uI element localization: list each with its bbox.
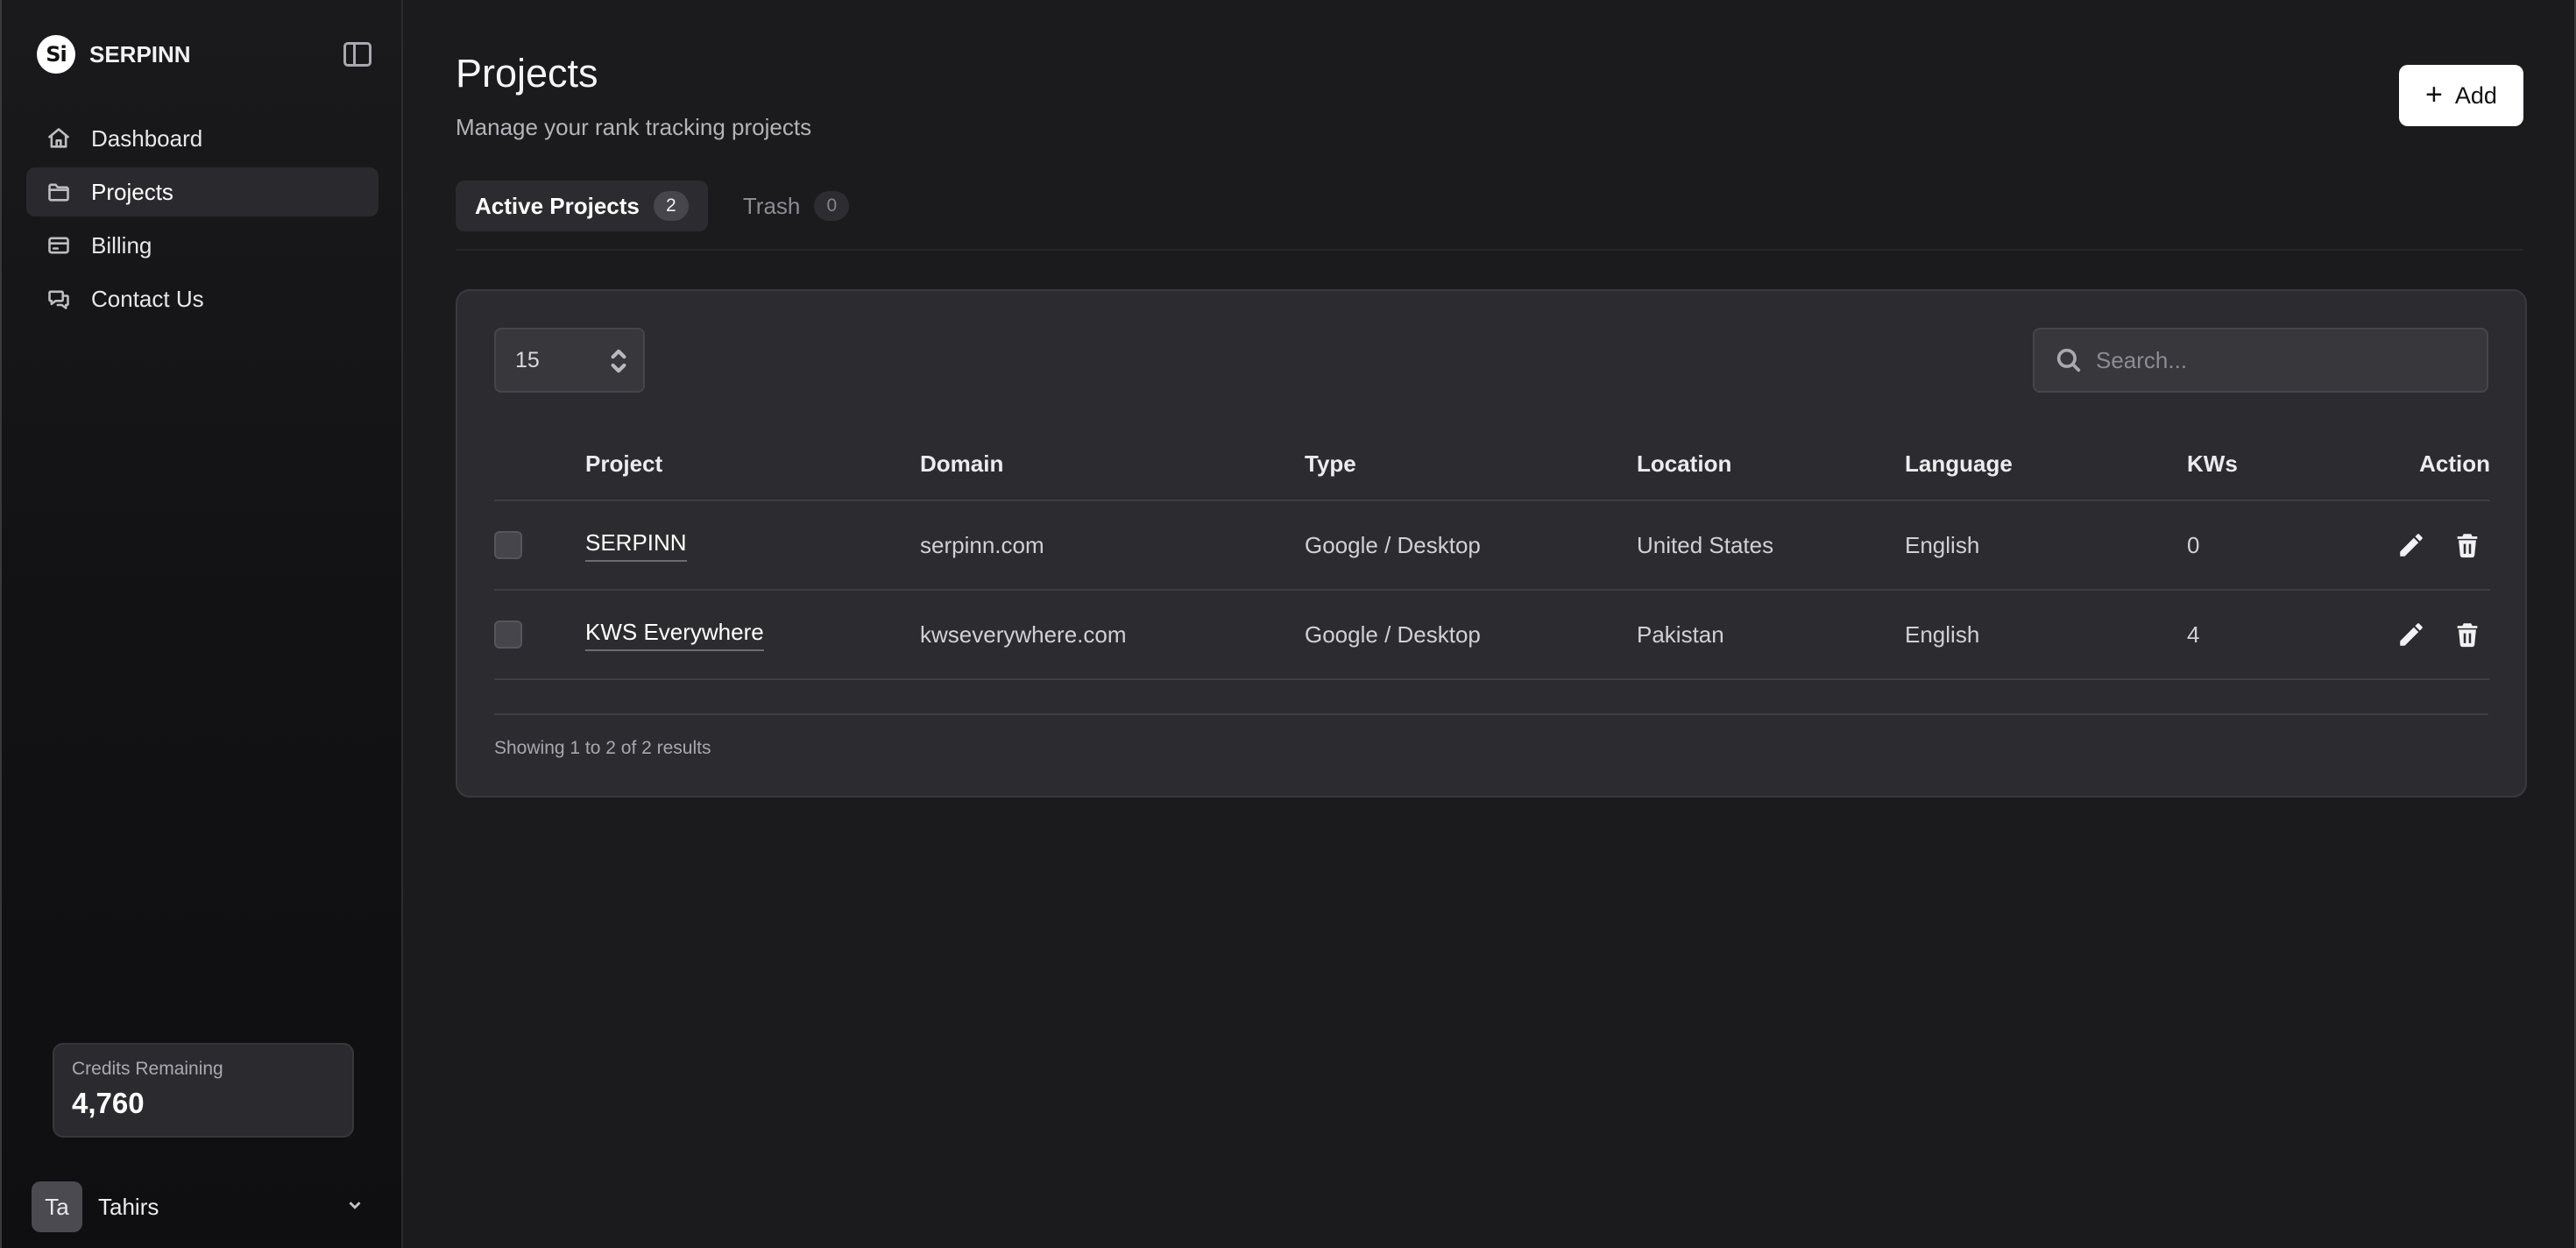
edit-pencil-icon[interactable] bbox=[2396, 619, 2427, 650]
folder-icon bbox=[46, 179, 72, 205]
location-cell: United States bbox=[1637, 531, 1774, 558]
credits-card: Credits Remaining 4,760 bbox=[53, 1043, 354, 1138]
chevron-down-icon bbox=[345, 1195, 364, 1219]
sidebar: Si SERPINN Dashboard Projects Billing Co… bbox=[2, 0, 403, 1248]
delete-trash-icon[interactable] bbox=[2452, 529, 2483, 561]
per-page-select[interactable]: 15 bbox=[494, 328, 645, 393]
search-box bbox=[2033, 328, 2488, 393]
plus-icon: + bbox=[2425, 78, 2443, 111]
row-checkbox[interactable] bbox=[494, 531, 522, 559]
tab-label: Trash bbox=[742, 192, 801, 219]
home-icon bbox=[46, 125, 72, 152]
language-cell: English bbox=[1905, 620, 1980, 648]
column-header-location[interactable]: Location bbox=[1637, 428, 1731, 500]
sidebar-item-billing[interactable]: Billing bbox=[26, 221, 379, 270]
chat-icon bbox=[46, 286, 72, 312]
type-cell: Google / Desktop bbox=[1305, 620, 1481, 648]
column-header-domain[interactable]: Domain bbox=[920, 428, 1003, 500]
page-subtitle: Manage your rank tracking projects bbox=[456, 114, 812, 140]
kws-cell: 0 bbox=[2187, 531, 2200, 558]
sidebar-item-label: Projects bbox=[91, 178, 173, 205]
add-button-label: Add bbox=[2454, 82, 2497, 109]
column-header-language[interactable]: Language bbox=[1905, 428, 2013, 500]
divider bbox=[494, 713, 2488, 715]
tab-active-projects[interactable]: Active Projects 2 bbox=[456, 181, 708, 231]
column-header-project[interactable]: Project bbox=[585, 428, 662, 500]
results-summary: Showing 1 to 2 of 2 results bbox=[494, 738, 711, 758]
tab-trash[interactable]: Trash 0 bbox=[724, 181, 869, 231]
brand-logo: Si bbox=[37, 35, 75, 74]
tab-count-badge: 2 bbox=[653, 191, 689, 221]
sidebar-item-label: Contact Us bbox=[91, 285, 204, 312]
sidebar-item-label: Dashboard bbox=[91, 124, 203, 152]
domain-cell: serpinn.com bbox=[920, 531, 1044, 558]
edit-pencil-icon[interactable] bbox=[2396, 529, 2427, 561]
delete-trash-icon[interactable] bbox=[2452, 619, 2483, 650]
chevron-up-down-icon bbox=[610, 347, 627, 381]
table-header: Project Domain Type Location Language KW… bbox=[494, 428, 2490, 501]
main-content: Projects Manage your rank tracking proje… bbox=[403, 0, 2574, 1248]
sidebar-item-projects[interactable]: Projects bbox=[26, 167, 379, 216]
credit-card-icon bbox=[46, 232, 72, 259]
search-input[interactable] bbox=[2096, 346, 2487, 374]
add-project-button[interactable]: + Add bbox=[2399, 65, 2523, 126]
project-link[interactable]: SERPINN bbox=[585, 529, 687, 562]
brand[interactable]: Si SERPINN bbox=[37, 35, 191, 74]
divider bbox=[456, 249, 2523, 251]
brand-name: SERPINN bbox=[89, 40, 191, 67]
tab-label: Active Projects bbox=[475, 192, 640, 219]
per-page-value: 15 bbox=[515, 347, 540, 372]
type-cell: Google / Desktop bbox=[1305, 531, 1481, 558]
user-menu[interactable]: Ta Tahirs bbox=[32, 1181, 364, 1232]
search-icon bbox=[2054, 345, 2084, 375]
sidebar-nav: Dashboard Projects Billing Contact Us bbox=[26, 114, 379, 328]
sidebar-item-label: Billing bbox=[91, 231, 152, 259]
column-header-kws[interactable]: KWs bbox=[2187, 428, 2238, 500]
column-header-action: Action bbox=[2419, 450, 2490, 477]
user-name: Tahirs bbox=[98, 1193, 159, 1220]
credits-label: Credits Remaining bbox=[72, 1059, 223, 1079]
tab-count-badge: 0 bbox=[814, 191, 850, 221]
table-row: KWS Everywhere kwseverywhere.com Google … bbox=[494, 591, 2490, 680]
projects-table: Project Domain Type Location Language KW… bbox=[494, 428, 2490, 680]
project-link[interactable]: KWS Everywhere bbox=[585, 619, 764, 651]
page-title: Projects bbox=[456, 51, 598, 96]
location-cell: Pakistan bbox=[1637, 620, 1724, 648]
domain-cell: kwseverywhere.com bbox=[920, 620, 1127, 648]
sidebar-item-dashboard[interactable]: Dashboard bbox=[26, 114, 379, 163]
language-cell: English bbox=[1905, 531, 1980, 558]
column-header-type[interactable]: Type bbox=[1305, 428, 1356, 500]
table-row: SERPINN serpinn.com Google / Desktop Uni… bbox=[494, 501, 2490, 591]
project-tabs: Active Projects 2 Trash 0 bbox=[456, 181, 868, 231]
sidebar-item-contact-us[interactable]: Contact Us bbox=[26, 274, 379, 323]
kws-cell: 4 bbox=[2187, 620, 2200, 648]
credits-value: 4,760 bbox=[72, 1087, 145, 1119]
sidebar-toggle-icon[interactable] bbox=[343, 42, 372, 67]
projects-card: 15 Project Domain Type Location Language bbox=[456, 289, 2527, 798]
row-checkbox[interactable] bbox=[494, 620, 522, 649]
avatar: Ta bbox=[32, 1181, 82, 1232]
